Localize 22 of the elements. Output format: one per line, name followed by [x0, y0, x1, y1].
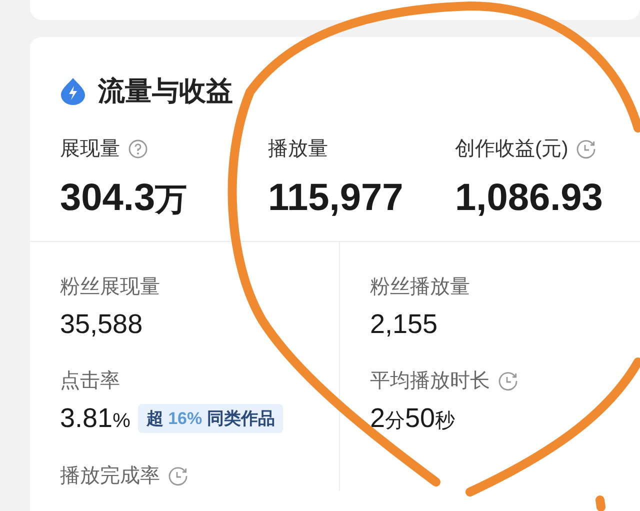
section-title: 流量与收益	[98, 75, 233, 108]
clock-icon[interactable]	[498, 371, 518, 391]
metric-value: 3.81%	[60, 402, 130, 435]
metric-label: 播放完成率	[60, 464, 160, 488]
metric-label: 展现量	[60, 136, 120, 162]
metric-label: 平均播放时长	[370, 369, 490, 394]
metric-label: 粉丝展现量	[60, 274, 160, 300]
metric-value: 1,086.93	[455, 176, 603, 220]
metric-value: 304.3万	[60, 176, 188, 220]
metric-value: 115,977	[268, 176, 404, 220]
comparison-badge: 超 16% 同类作品	[138, 404, 283, 433]
metric-label: 创作收益(元)	[455, 136, 568, 162]
clock-icon[interactable]	[576, 138, 596, 158]
clock-icon[interactable]	[168, 466, 188, 486]
metric-label: 粉丝播放量	[370, 274, 470, 300]
metric-value: 2,155	[370, 308, 438, 340]
metric-value: 2分50秒	[370, 402, 456, 435]
metric-label: 播放量	[268, 136, 328, 162]
drop-bolt-icon	[60, 77, 86, 106]
metric-value: 35,588	[60, 308, 143, 340]
metric-label: 点击率	[60, 369, 120, 394]
help-icon[interactable]	[128, 138, 148, 158]
